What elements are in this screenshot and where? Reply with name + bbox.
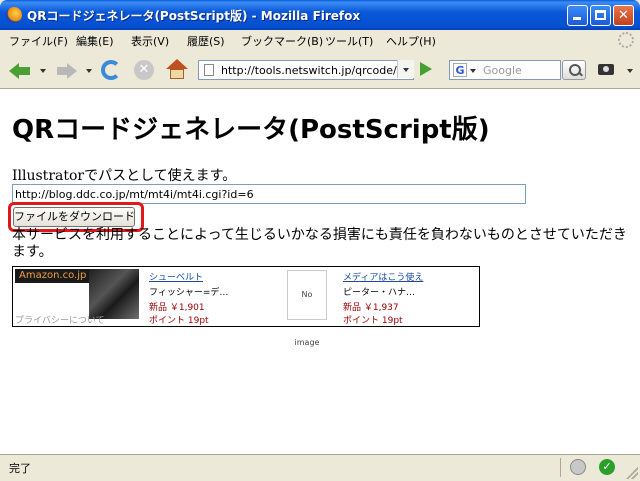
- product-artist: フィッシャー=デ…: [149, 288, 229, 298]
- search-placeholder: Google: [483, 64, 522, 77]
- close-button[interactable]: ✕: [613, 5, 634, 26]
- product-points: ポイント 19pt: [149, 316, 209, 326]
- minimize-icon: [573, 17, 581, 20]
- go-button[interactable]: [420, 62, 432, 76]
- back-button[interactable]: [9, 59, 31, 81]
- page-title: QRコードジェネレータ(PostScript版): [12, 115, 490, 145]
- product-artist: ピーター・ハナ…: [343, 288, 416, 298]
- address-bar[interactable]: http://tools.netswitch.jp/qrcode/: [198, 60, 414, 80]
- product-title-link[interactable]: シューベルト: [149, 270, 203, 283]
- status-text: 完了: [9, 462, 31, 475]
- forward-button[interactable]: [55, 59, 77, 81]
- window-title: QRコードジェネレータ(PostScript版) - Mozilla Firef…: [27, 9, 361, 23]
- search-box[interactable]: G Google: [449, 60, 561, 80]
- address-dropdown-button[interactable]: [397, 60, 414, 78]
- search-button[interactable]: [562, 60, 586, 80]
- resize-grip[interactable]: [626, 467, 638, 479]
- close-icon: ✕: [618, 8, 629, 23]
- stop-icon: ✕: [138, 62, 150, 77]
- amazon-logo[interactable]: Amazon.co.jp: [15, 269, 95, 283]
- maximize-icon: [595, 10, 606, 20]
- camera-dropdown[interactable]: [627, 69, 633, 73]
- no-image-placeholder[interactable]: No image: [287, 270, 327, 347]
- firefox-icon: [6, 7, 22, 23]
- throbber-icon: [618, 32, 634, 48]
- check-icon[interactable]: ✓: [599, 459, 615, 475]
- intro-text: Illustratorでパスとして使えます。: [12, 168, 237, 184]
- address-dropdown-wrap: [397, 60, 414, 80]
- menu-file[interactable]: ファイル(F): [9, 33, 68, 49]
- maximize-button[interactable]: [590, 5, 611, 26]
- menu-bar: ファイル(F) 編集(E) 表示(V) 履歴(S) ブックマーク(B) ツール(…: [0, 30, 640, 50]
- product-price: 新品 ￥1,937: [343, 303, 399, 313]
- product-price: 新品 ￥1,901: [149, 303, 205, 313]
- home-button[interactable]: [166, 59, 188, 81]
- address-text[interactable]: http://tools.netswitch.jp/qrcode/: [221, 64, 397, 77]
- menu-bookmarks[interactable]: ブックマーク(B): [241, 33, 323, 49]
- product-points: ポイント 19pt: [343, 316, 403, 326]
- amazon-ad: Amazon.co.jp プライバシーについて シューベルト フィッシャー=デ……: [12, 266, 480, 347]
- home-icon: [166, 59, 188, 69]
- back-history-dropdown[interactable]: [40, 69, 46, 73]
- privacy-link[interactable]: プライバシーについて: [15, 313, 105, 326]
- source-url-input[interactable]: [12, 184, 526, 204]
- reload-button[interactable]: [101, 60, 121, 80]
- camera-icon[interactable]: [598, 64, 614, 75]
- product-title-link[interactable]: メディアはこう使え: [343, 270, 423, 283]
- search-engine-icon[interactable]: G: [453, 63, 467, 77]
- forward-history-dropdown[interactable]: [86, 69, 92, 73]
- product-image[interactable]: [89, 269, 139, 319]
- menu-tools[interactable]: ツール(T): [325, 33, 373, 49]
- disclaimer-text: 本サービスを利用することによって生じるいかなる損害にも責任を負わないものとさせて…: [12, 227, 627, 260]
- title-bar[interactable]: QRコードジェネレータ(PostScript版) - Mozilla Firef…: [0, 0, 640, 30]
- menu-help[interactable]: ヘルプ(H): [386, 33, 436, 49]
- menu-history[interactable]: 履歴(S): [187, 33, 225, 49]
- page-content: QRコードジェネレータ(PostScript版) Illustratorでパスと…: [0, 89, 640, 454]
- page-icon: [204, 64, 214, 76]
- privacy-face-icon[interactable]: [570, 459, 586, 475]
- stop-button[interactable]: ✕: [134, 60, 154, 80]
- menu-view[interactable]: 表示(V): [131, 33, 169, 49]
- status-bar: 完了 ✓: [0, 454, 640, 481]
- search-engine-dropdown[interactable]: [470, 69, 476, 73]
- forward-arrow-icon: [67, 63, 77, 79]
- minimize-button[interactable]: [567, 5, 588, 26]
- menu-edit[interactable]: 編集(E): [76, 33, 114, 49]
